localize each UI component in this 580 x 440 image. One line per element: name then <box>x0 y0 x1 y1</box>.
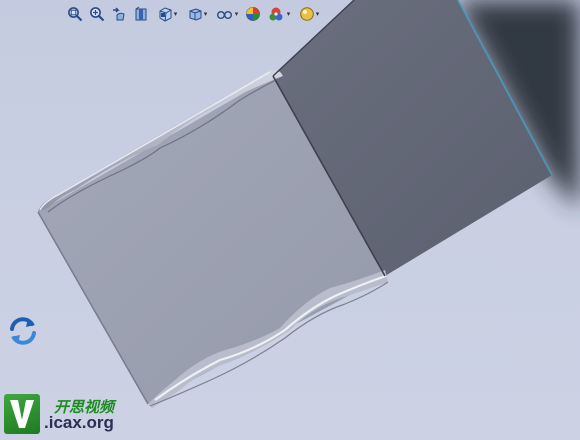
chevron-down-icon[interactable]: ▾ <box>174 10 178 18</box>
previous-view-icon <box>111 6 127 22</box>
zoom-to-area-icon <box>89 6 105 22</box>
chevron-down-icon[interactable]: ▾ <box>204 10 208 18</box>
edit-appearance-icon <box>245 6 261 22</box>
watermark-domain: .icax.org <box>44 413 114 432</box>
heads-up-view-toolbar: ▾ ▾ ▾ ▾ ▾ <box>64 3 324 25</box>
view-settings-icon <box>299 6 315 22</box>
apply-scene-icon <box>268 6 286 22</box>
view-orientation-button[interactable]: ▾ <box>152 3 182 25</box>
edit-appearance-button[interactable] <box>242 3 264 25</box>
model-view[interactable] <box>0 0 580 440</box>
watermark-v-icon <box>10 400 34 428</box>
previous-view-button[interactable] <box>108 3 130 25</box>
rotate-view-icon[interactable] <box>6 314 40 348</box>
hide-show-items-icon <box>216 6 234 22</box>
video-watermark: 开思视频 .icax.org <box>4 394 129 436</box>
chevron-down-icon[interactable]: ▾ <box>316 10 320 18</box>
view-settings-button[interactable]: ▾ <box>294 3 324 25</box>
view-orientation-icon <box>157 6 173 22</box>
display-style-button[interactable]: ▾ <box>182 3 212 25</box>
zoom-to-fit-button[interactable] <box>64 3 86 25</box>
hide-show-items-button[interactable]: ▾ <box>212 3 242 25</box>
zoom-to-fit-icon <box>67 6 83 22</box>
graphics-viewport[interactable]: ▾ ▾ ▾ ▾ ▾ 开思视频 .icax.org <box>0 0 580 440</box>
section-view-button[interactable] <box>130 3 152 25</box>
watermark-logo <box>4 394 40 434</box>
chevron-down-icon[interactable]: ▾ <box>287 10 291 18</box>
zoom-to-area-button[interactable] <box>86 3 108 25</box>
display-style-icon <box>187 6 203 22</box>
apply-scene-button[interactable]: ▾ <box>264 3 294 25</box>
section-view-icon <box>133 6 149 22</box>
chevron-down-icon[interactable]: ▾ <box>235 10 239 18</box>
